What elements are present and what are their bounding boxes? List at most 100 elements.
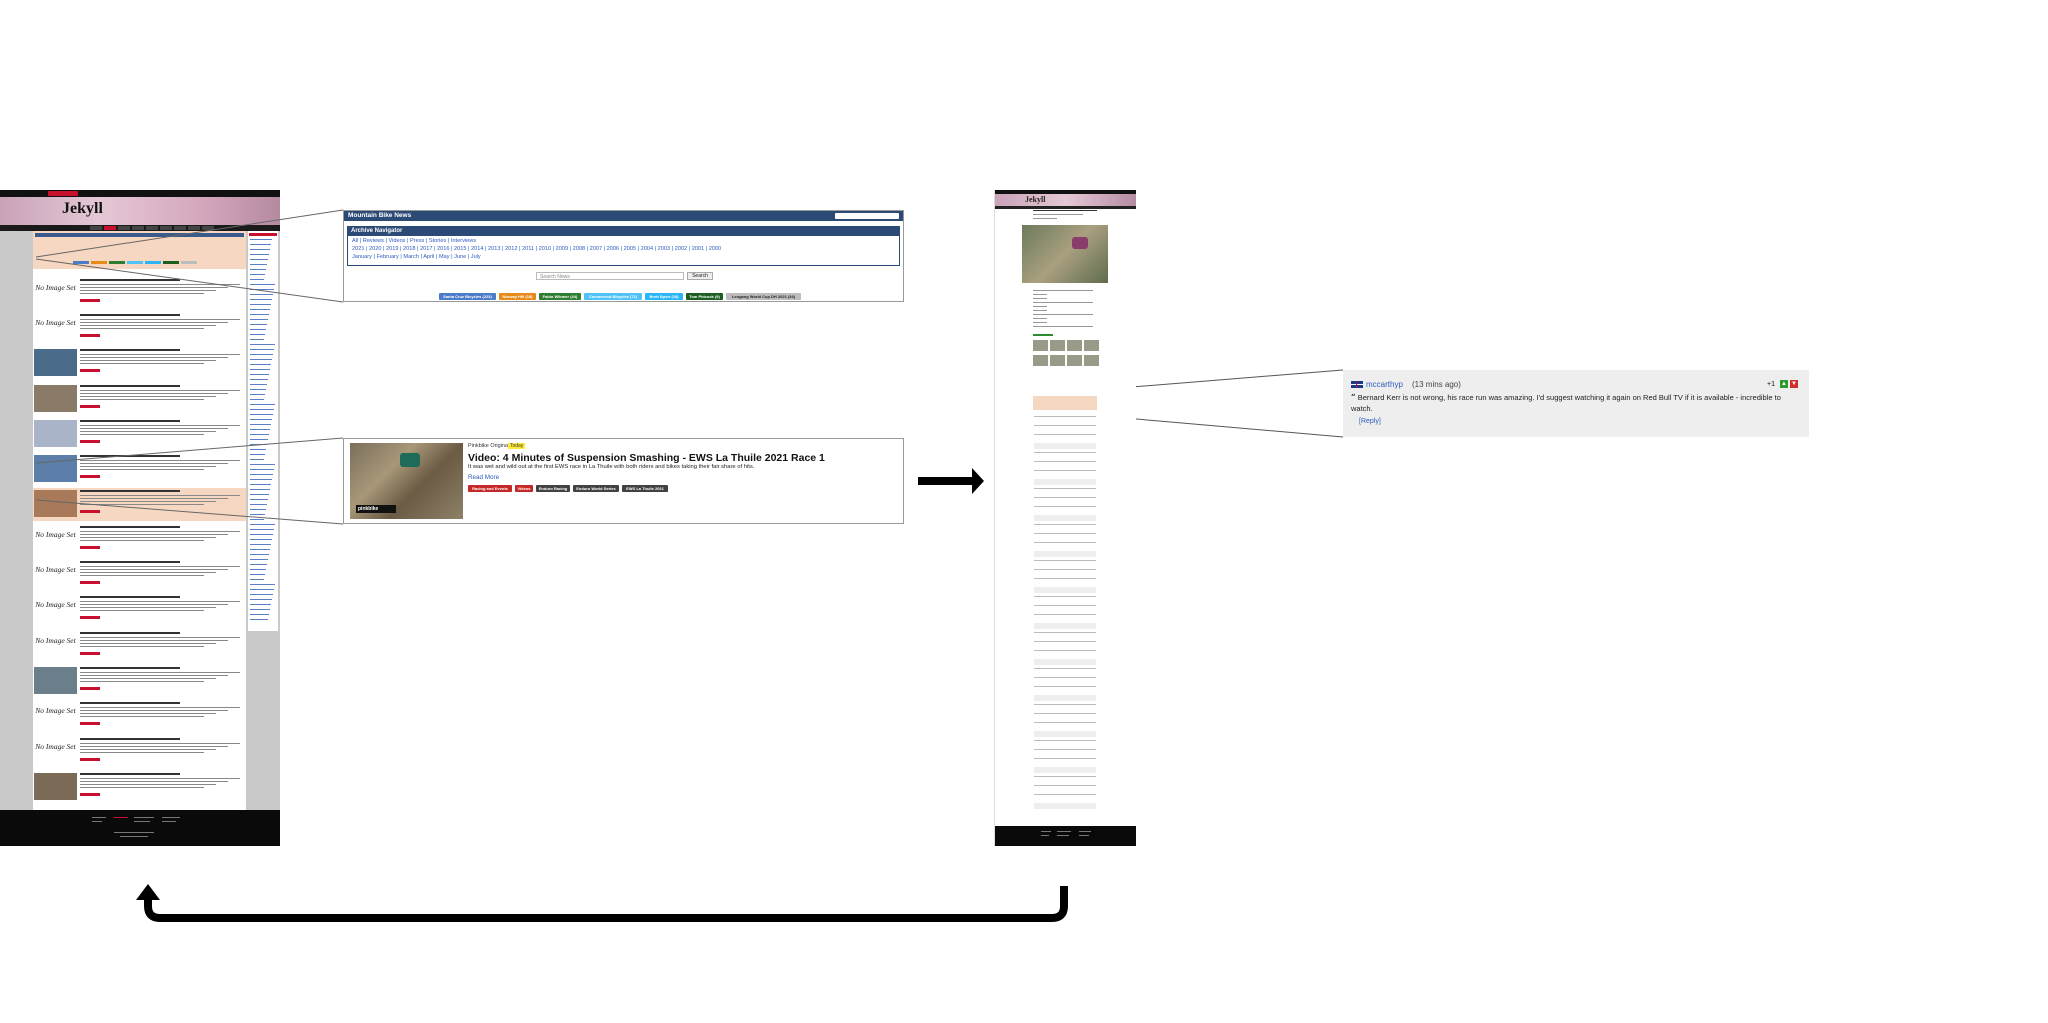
right-comment-stub [1034,767,1096,773]
right-comment-stub [1034,569,1096,570]
today-badge: Today [508,443,526,449]
right-comment-stub [1034,731,1096,737]
right-comment-stub [1034,677,1096,678]
right-comment-stub [1034,596,1096,597]
right-body-line [1033,294,1047,295]
zoom-comment: mccarthyp (13 mins ago) +1 ▲ ▼ “ Bernard… [1343,370,1809,437]
filter-tag[interactable]: Tom Pidcock (9) [686,293,723,300]
right-comment-stub [1034,416,1096,417]
right-comment-stub [1034,605,1096,606]
right-gallery-thumb[interactable] [1033,340,1048,351]
right-comment-stub [1034,488,1096,489]
right-body-line [1033,302,1093,303]
article-tag[interactable]: Enduro World Series [573,485,619,492]
right-comment-stub [1034,515,1096,521]
right-comment-stub [1034,668,1096,669]
article-tag[interactable]: Videos [515,485,533,492]
right-gallery-thumb[interactable] [1050,355,1065,366]
forward-arrow-head [972,468,984,494]
filter-tag[interactable]: Leogang World Cup DH 2021 (34) [726,293,801,300]
right-site-title: Jekyll [1025,195,1046,204]
right-page-thumbnail: Jekyll [994,190,1136,846]
right-comment-stub [1034,506,1096,507]
right-comment-stub [1034,524,1096,525]
comment-username[interactable]: mccarthyp [1366,380,1403,389]
right-gallery-thumb[interactable] [1033,355,1048,366]
comment-time: (13 mins ago) [1412,380,1461,389]
article-thumbnail[interactable]: pinkbike [350,443,463,519]
zoom-archive-navigator: Mountain Bike News Archive Navigator All… [343,210,904,302]
right-comment-stub [1034,704,1096,705]
right-comment-stub [1034,560,1096,561]
article-description: It was wet and wild out at the first EWS… [468,464,755,470]
right-comment-stub [1034,803,1096,809]
right-highlighted-comment [1033,396,1097,410]
right-gallery-thumb[interactable] [1084,340,1099,351]
right-body-line [1033,326,1093,327]
right-body-line [1033,310,1047,311]
filter-tag[interactable]: Brett Sport (18) [645,293,683,300]
right-comment-stub [1034,686,1096,687]
news-header-title: Mountain Bike News [348,212,412,219]
right-comment-stub [1034,578,1096,579]
news-search-button[interactable]: Search [687,272,713,280]
right-comment-stub [1034,434,1096,435]
archive-navigator-title: Archive Navigator [348,227,899,236]
filter-tag[interactable]: Fabio Wibmer (44) [539,293,581,300]
right-comment-stub [1034,614,1096,615]
right-body-line [1033,322,1047,323]
right-comment-stub [1034,659,1096,665]
news-header-bar: Mountain Bike News [344,211,903,221]
uk-flag-icon [1351,381,1363,388]
right-header: Jekyll [995,194,1136,206]
header-search-input[interactable] [835,213,899,219]
article-tag[interactable]: EWS La Thuile 2021 [622,485,668,492]
right-comment-stub [1034,722,1096,723]
comment-score: +1 [1767,381,1775,388]
thumb-up-icon[interactable]: ▲ [1780,380,1788,388]
read-more-link[interactable]: Read More [468,474,499,481]
month-links[interactable]: January | February | March | April | May… [352,254,481,260]
reply-link[interactable]: [Reply] [1359,418,1381,425]
right-comment-stub [1034,758,1096,759]
right-comment-stub [1034,587,1096,593]
right-gallery-thumb[interactable] [1084,355,1099,366]
return-arrow-path [144,886,1068,922]
archive-navigator-box: Archive Navigator All | Reviews | Videos… [347,226,900,266]
year-links[interactable]: 2021 | 2020 | 2019 | 2018 | 2017 | 2016 … [352,246,721,252]
right-comment-stub [1034,623,1096,629]
right-body-line [1033,314,1093,315]
right-comment-stub [1034,479,1096,485]
comment-text: Bernard Kerr is not wrong, his race run … [1351,393,1781,413]
category-links[interactable]: All | Reviews | Videos | Press | Stories… [352,238,476,244]
right-hero-image [1022,225,1108,283]
right-comment-stub [1034,749,1096,750]
right-gallery-thumb[interactable] [1050,340,1065,351]
filter-tag[interactable]: Norway Hill (18) [499,293,536,300]
right-comment-stub [1034,470,1096,471]
quote-icon: “ [1351,392,1356,402]
right-gallery-thumb[interactable] [1067,355,1082,366]
zoom-article-card: pinkbike Pinkbike Originals Today Video:… [343,438,904,524]
filter-tag[interactable]: Santa Cruz Bicycles (223) [439,293,496,300]
forward-arrow-shaft [918,477,974,485]
right-gallery-thumb[interactable] [1067,340,1082,351]
right-comment-stub [1034,650,1096,651]
right-comment-stub [1034,542,1096,543]
article-headline[interactable]: Video: 4 Minutes of Suspension Smashing … [468,452,825,464]
right-body-line [1033,290,1093,291]
rider-figure [400,453,420,467]
filter-tag[interactable]: Commencal Bicycles (71) [584,293,642,300]
article-tag[interactable]: Enduro Racing [536,485,570,492]
right-comment-stub [1034,551,1096,557]
right-footer [995,826,1136,846]
article-category[interactable]: Pinkbike Originals [468,443,512,449]
right-comment-stub [1034,425,1096,426]
comment-body: “ Bernard Kerr is not wrong, his race ru… [1351,392,1801,414]
right-comment-stub [1034,461,1096,462]
article-tag[interactable]: Racing and Events [468,485,512,492]
right-body-line [1033,318,1047,319]
right-comment-stub [1034,641,1096,642]
thumb-down-icon[interactable]: ▼ [1790,380,1798,388]
news-search-input[interactable]: Search News [536,272,684,280]
